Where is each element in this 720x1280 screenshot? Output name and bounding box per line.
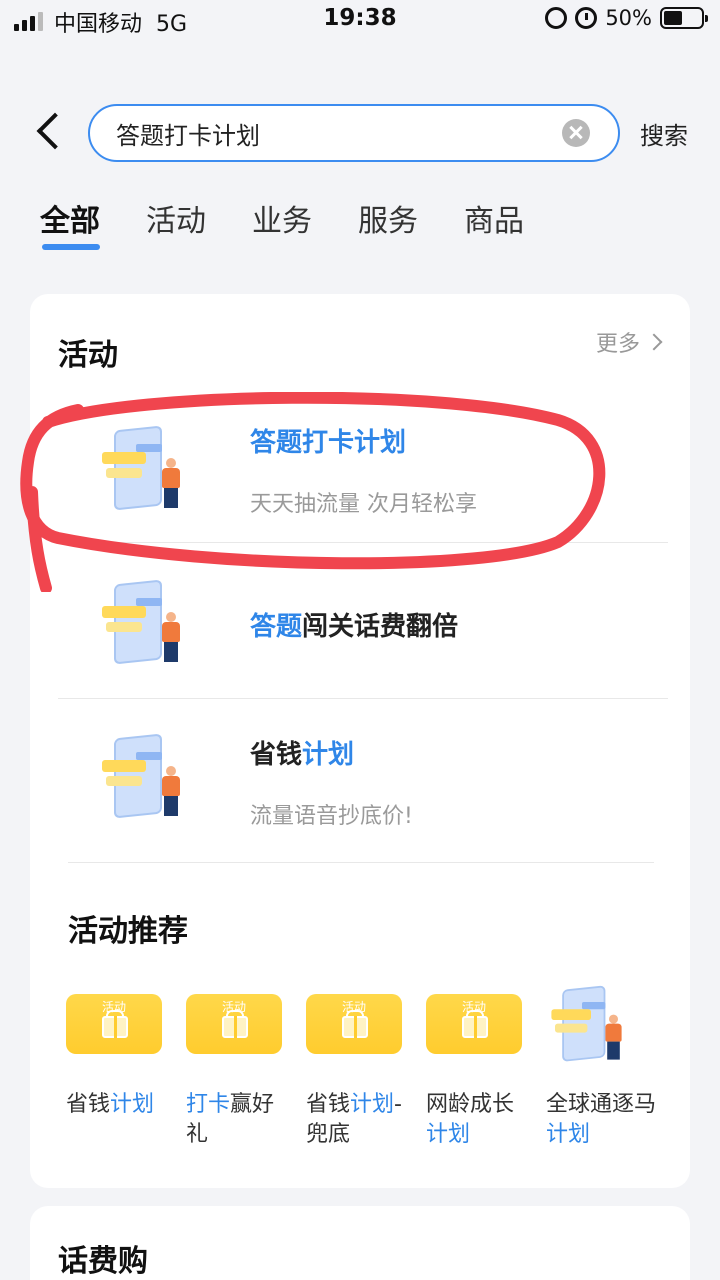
activity-title[interactable]: 答题闯关话费翻倍 — [250, 606, 458, 643]
activity-title[interactable]: 答题打卡计划 — [250, 422, 406, 459]
gift-tile: 活动 — [306, 994, 402, 1054]
back-button[interactable] — [30, 110, 70, 156]
gift-icon — [342, 1016, 368, 1038]
search-button[interactable]: 搜索 — [640, 116, 688, 151]
activity-illustration — [96, 732, 196, 828]
recommend-title: 活动推荐 — [68, 914, 188, 949]
next-section-title: 话费购 — [58, 1244, 148, 1279]
divider — [58, 698, 668, 699]
more-link[interactable]: 更多 — [596, 326, 663, 358]
category-tabs: 全部 活动 业务 服务 商品 — [40, 196, 570, 250]
activity-item[interactable]: 答题打卡计划 天天抽流量 次月轻松享 — [30, 410, 690, 550]
search-query[interactable]: 答题打卡计划 — [116, 116, 562, 151]
tab-goods[interactable]: 商品 — [464, 196, 524, 240]
battery-icon — [660, 7, 708, 29]
recommend-label[interactable]: 打卡赢好礼 — [186, 1090, 296, 1150]
rotation-lock-icon — [545, 7, 568, 29]
search-input[interactable]: 答题打卡计划 — [88, 104, 620, 162]
tab-all[interactable]: 全部 — [40, 196, 100, 250]
tab-service[interactable]: 服务 — [358, 196, 418, 240]
recommend-list: 活动 省钱计划 活动 打卡赢好礼 活动 省钱计划-兜底 活动 网龄成长计划 全球… — [66, 985, 666, 1150]
gift-tile: 活动 — [426, 994, 522, 1054]
gift-icon — [462, 1016, 488, 1038]
activity-illustration — [96, 578, 196, 674]
recommend-label[interactable]: 全球通逐马计划 — [546, 1090, 656, 1150]
recommend-label[interactable]: 网龄成长计划 — [426, 1090, 536, 1150]
recommend-item[interactable]: 活动 省钱计划 — [66, 994, 186, 1150]
alarm-icon — [575, 7, 598, 29]
recommend-item[interactable]: 全球通逐马计划 — [546, 985, 666, 1150]
next-section-card: 话费购 — [30, 1206, 690, 1280]
divider — [58, 542, 668, 543]
battery-percent: 50% — [605, 6, 652, 30]
divider — [68, 862, 654, 863]
more-label[interactable]: 更多 — [596, 326, 640, 358]
activity-desc: 流量语音抄底价! — [250, 804, 413, 829]
section-title: 活动 — [58, 338, 118, 373]
gift-icon — [222, 1016, 248, 1038]
recommend-item[interactable]: 活动 打卡赢好礼 — [186, 994, 306, 1150]
activity-item[interactable]: 答题闯关话费翻倍 — [30, 564, 690, 704]
gift-tile: 活动 — [66, 994, 162, 1054]
recommend-label[interactable]: 省钱计划-兜底 — [306, 1090, 416, 1150]
gift-tile: 活动 — [186, 994, 282, 1054]
activity-title[interactable]: 省钱计划 — [250, 734, 354, 771]
chevron-right-icon — [645, 333, 663, 351]
clear-icon[interactable] — [562, 119, 590, 147]
activity-desc: 天天抽流量 次月轻松享 — [250, 492, 477, 517]
activity-illustration — [96, 424, 196, 520]
recommend-item[interactable]: 活动 网龄成长计划 — [426, 994, 546, 1150]
tab-business[interactable]: 业务 — [252, 196, 312, 240]
activity-item[interactable]: 省钱计划 流量语音抄底价! — [30, 718, 690, 858]
activity-card: 活动 更多 答题打卡计划 天天抽流量 次月轻松享 答题闯关话费翻倍 省钱计划 流… — [30, 294, 690, 1188]
gift-icon — [102, 1016, 128, 1038]
recommend-label[interactable]: 省钱计划 — [66, 1090, 176, 1120]
recommend-item[interactable]: 活动 省钱计划-兜底 — [306, 994, 426, 1150]
activity-illustration — [546, 984, 642, 1076]
tab-activity[interactable]: 活动 — [146, 196, 206, 240]
status-bar: 中国移动 5G 19:38 50% — [0, 0, 720, 40]
